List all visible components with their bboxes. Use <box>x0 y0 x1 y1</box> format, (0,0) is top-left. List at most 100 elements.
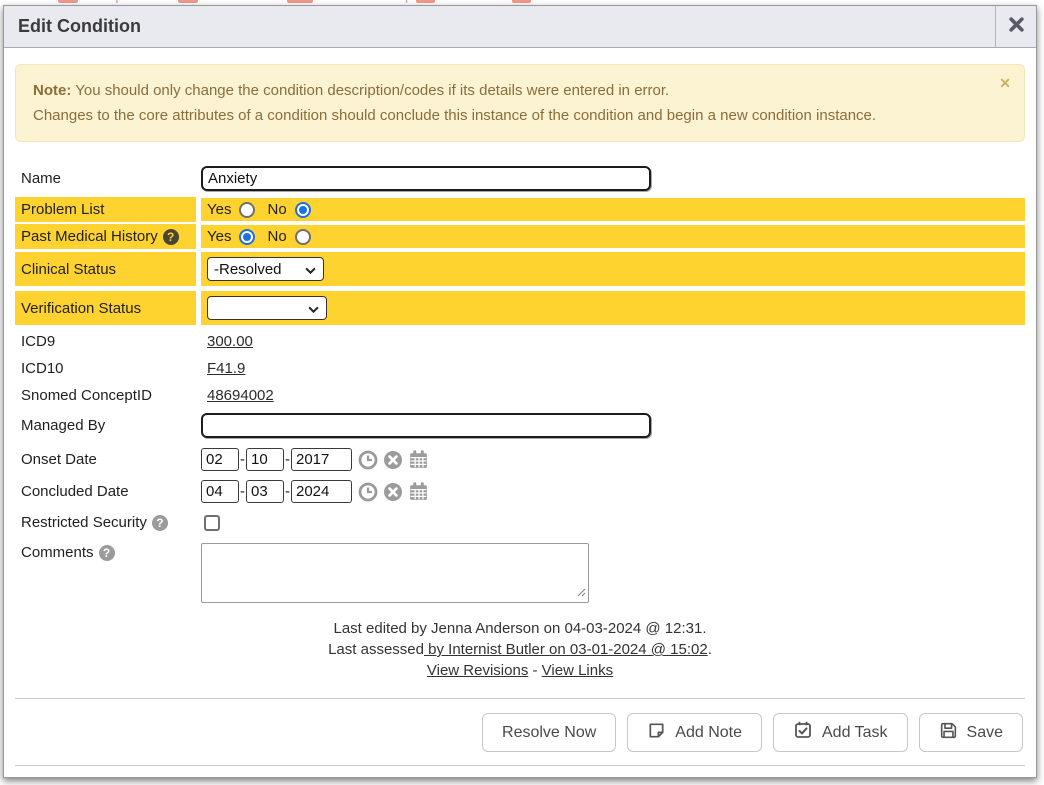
background-tab: Open Enc1 <box>104 0 198 4</box>
verification-status-select[interactable] <box>207 296 327 320</box>
count-badge: 1 <box>416 0 435 3</box>
icd10-code-link[interactable]: F41.9 <box>207 360 245 377</box>
concluded-year-input[interactable] <box>291 480 352 503</box>
add-note-button[interactable]: Add Note <box>627 713 762 752</box>
name-input[interactable] <box>201 166 651 191</box>
past-medical-history-yes-radio[interactable] <box>239 229 255 245</box>
restricted-security-label: Restricted Security <box>15 510 196 535</box>
note-line2: Changes to the core attributes of a cond… <box>33 103 984 128</box>
divider <box>15 765 1025 766</box>
verification-status-label: Verification Status <box>15 291 196 325</box>
dialog-title: Edit Condition <box>4 6 1036 47</box>
clear-date-icon[interactable] <box>383 450 403 470</box>
date-separator <box>285 451 290 468</box>
view-revisions-link[interactable]: View Revisions <box>427 662 528 679</box>
close-button[interactable] <box>995 6 1036 47</box>
concluded-date-row: Concluded Date <box>15 477 1025 506</box>
clock-icon[interactable] <box>358 450 378 470</box>
last-assessed-text: Last assessed by Internist Butler on 03-… <box>15 639 1025 660</box>
comments-textarea[interactable] <box>201 543 589 603</box>
yes-label: Yes <box>207 201 231 218</box>
concluded-date-label: Concluded Date <box>15 477 196 506</box>
count-badge: 2 <box>512 0 531 3</box>
last-assessed-link[interactable]: by Internist Butler on 03-01-2024 @ 15:0… <box>424 641 708 658</box>
past-medical-history-no-radio[interactable] <box>295 229 311 245</box>
chevron-down-icon <box>305 261 316 278</box>
background-tab: Tasks4 <box>12 0 78 4</box>
onset-date-label: Onset Date <box>15 445 196 474</box>
yes-label: Yes <box>207 228 231 245</box>
problem-list-no-radio[interactable] <box>295 202 311 218</box>
onset-date-row: Onset Date <box>15 445 1025 474</box>
onset-year-input[interactable] <box>291 448 352 471</box>
count-badge: 4 <box>58 0 77 3</box>
managed-by-input[interactable] <box>201 413 651 438</box>
edit-condition-dialog: Edit Condition Note: You should only cha… <box>3 5 1037 778</box>
note-icon <box>647 721 666 745</box>
concluded-month-input[interactable] <box>201 480 239 503</box>
help-icon[interactable] <box>163 229 179 245</box>
comments-row: Comments <box>15 540 1025 610</box>
date-separator <box>240 451 245 468</box>
icd10-row: ICD10 F41.9 <box>15 356 1025 381</box>
verification-status-row: Verification Status <box>15 291 1025 325</box>
name-row: Name <box>15 163 1025 194</box>
icd9-code-link[interactable]: 300.00 <box>207 333 253 350</box>
calendar-icon[interactable] <box>408 449 429 470</box>
view-links-link[interactable]: View Links <box>542 662 613 679</box>
snomed-code-link[interactable]: 48694002 <box>207 387 274 404</box>
managed-by-label: Managed By <box>15 410 196 441</box>
clinical-status-row: Clinical Status -Resolved <box>15 252 1025 286</box>
onset-day-input[interactable] <box>246 448 284 471</box>
restricted-security-checkbox[interactable] <box>204 515 220 531</box>
calendar-check-icon <box>793 720 813 745</box>
last-edited-text: Last edited by Jenna Anderson on 04-03-2… <box>15 618 1025 639</box>
icd9-row: ICD9 300.00 <box>15 329 1025 354</box>
past-medical-history-row: Past Medical History Yes No <box>15 224 1025 249</box>
no-label: No <box>267 228 286 245</box>
note-dismiss-icon[interactable]: ✕ <box>999 76 1011 90</box>
name-label: Name <box>15 163 196 194</box>
count-badge: 1 <box>178 0 197 3</box>
problem-list-yes-radio[interactable] <box>239 202 255 218</box>
dialog-actions: Resolve Now Add Note Add Task Save <box>15 713 1023 752</box>
date-separator <box>285 483 290 500</box>
snomed-row: Snomed ConceptID 48694002 <box>15 383 1025 408</box>
divider <box>15 698 1025 699</box>
icd9-label: ICD9 <box>15 329 196 354</box>
problem-list-label: Problem List <box>15 197 196 222</box>
clear-date-icon[interactable] <box>383 482 403 502</box>
past-medical-history-label: Past Medical History <box>15 224 196 249</box>
clinical-status-label: Clinical Status <box>15 252 196 286</box>
help-icon[interactable] <box>152 515 168 531</box>
close-icon <box>1009 17 1024 37</box>
view-links-line: View Revisions - View Links <box>15 660 1025 681</box>
audit-info: Last edited by Jenna Anderson on 04-03-2… <box>15 618 1025 681</box>
managed-by-row: Managed By <box>15 410 1025 441</box>
snomed-label: Snomed ConceptID <box>15 383 196 408</box>
add-task-button[interactable]: Add Task <box>773 713 908 752</box>
date-separator <box>240 483 245 500</box>
onset-month-input[interactable] <box>201 448 239 471</box>
note-line1: Note: You should only change the conditi… <box>33 78 984 103</box>
icd10-label: ICD10 <box>15 356 196 381</box>
calendar-icon[interactable] <box>408 481 429 502</box>
save-icon <box>939 721 958 745</box>
problem-list-row: Problem List Yes No <box>15 197 1025 222</box>
no-label: No <box>267 201 286 218</box>
note-banner: Note: You should only change the conditi… <box>15 64 1025 142</box>
save-button[interactable]: Save <box>919 713 1023 752</box>
clinical-status-select[interactable]: -Resolved <box>207 257 324 281</box>
comments-label: Comments <box>15 540 196 565</box>
count-badge: 10 <box>287 0 313 3</box>
restricted-security-row: Restricted Security <box>15 510 1025 535</box>
clock-icon[interactable] <box>358 482 378 502</box>
dialog-header: Edit Condition <box>4 6 1036 48</box>
help-icon[interactable] <box>99 545 115 561</box>
resolve-now-button[interactable]: Resolve Now <box>482 713 616 752</box>
chevron-down-icon <box>308 300 319 317</box>
background-tab: Other Req1 <box>339 0 435 4</box>
concluded-day-input[interactable] <box>246 480 284 503</box>
background-tab: Due List10 <box>224 0 314 4</box>
background-tab: E-mail2 <box>461 0 531 4</box>
